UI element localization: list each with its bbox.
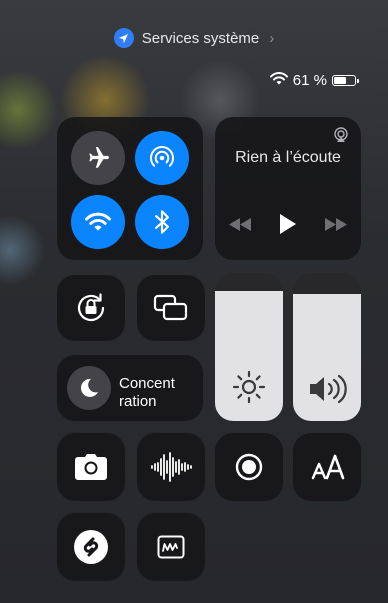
chevron-right-icon: ›: [269, 29, 275, 47]
airplay-icon[interactable]: [333, 127, 349, 143]
screen-mirroring-button[interactable]: [137, 275, 205, 341]
status-bar: 61 %: [269, 72, 359, 89]
location-banner[interactable]: Services système ›: [0, 28, 388, 48]
waveform-icon: [151, 452, 192, 482]
location-arrow-icon: [113, 28, 134, 48]
airdrop-icon: [150, 146, 174, 167]
camera-icon: [75, 454, 107, 480]
camera-button[interactable]: [57, 433, 125, 501]
airplane-icon: [89, 147, 109, 168]
moon-icon: [80, 378, 98, 397]
speaker-icon: [310, 374, 347, 404]
focus-button[interactable]: Concent ration: [57, 355, 203, 421]
airdrop-toggle[interactable]: [135, 131, 189, 185]
shazam-button[interactable]: [57, 513, 125, 581]
volume-slider[interactable]: [293, 273, 361, 421]
brightness-icon: [232, 370, 266, 404]
bluetooth-icon: [155, 210, 169, 234]
bluetooth-toggle[interactable]: [135, 195, 189, 249]
now-playing-title: Rien à l’écoute: [235, 149, 341, 166]
wifi-icon: [269, 72, 288, 89]
now-playing-module[interactable]: Rien à l’écoute: [215, 117, 361, 260]
screen-recording-button[interactable]: [215, 433, 283, 501]
play-icon[interactable]: [279, 213, 297, 235]
brightness-slider[interactable]: [215, 273, 283, 421]
wifi-toggle[interactable]: [71, 195, 125, 249]
text-size-icon: [311, 454, 345, 480]
airplane-mode-toggle[interactable]: [71, 131, 125, 185]
quick-note-icon: [157, 535, 185, 559]
battery-fill: [334, 77, 347, 84]
orientation-lock-icon: [77, 293, 105, 322]
battery-icon: [332, 75, 359, 86]
focus-label: Concent ration: [119, 375, 175, 410]
focus-icon-circle: [67, 366, 111, 410]
orientation-lock-toggle[interactable]: [57, 275, 125, 341]
fast-forward-icon[interactable]: [325, 218, 347, 231]
screen-mirroring-icon: [153, 294, 188, 321]
connectivity-module[interactable]: [57, 117, 203, 260]
shazam-icon-circle: [74, 530, 108, 564]
rewind-icon[interactable]: [229, 218, 251, 231]
text-size-button[interactable]: [293, 433, 361, 501]
voice-memos-button[interactable]: [137, 433, 205, 501]
banner-text: Services système: [141, 29, 260, 47]
shazam-icon: [83, 537, 99, 557]
battery-percentage: 61 %: [292, 72, 327, 89]
quick-note-button[interactable]: [137, 513, 205, 581]
record-icon: [235, 453, 263, 481]
wifi-icon: [85, 212, 111, 231]
